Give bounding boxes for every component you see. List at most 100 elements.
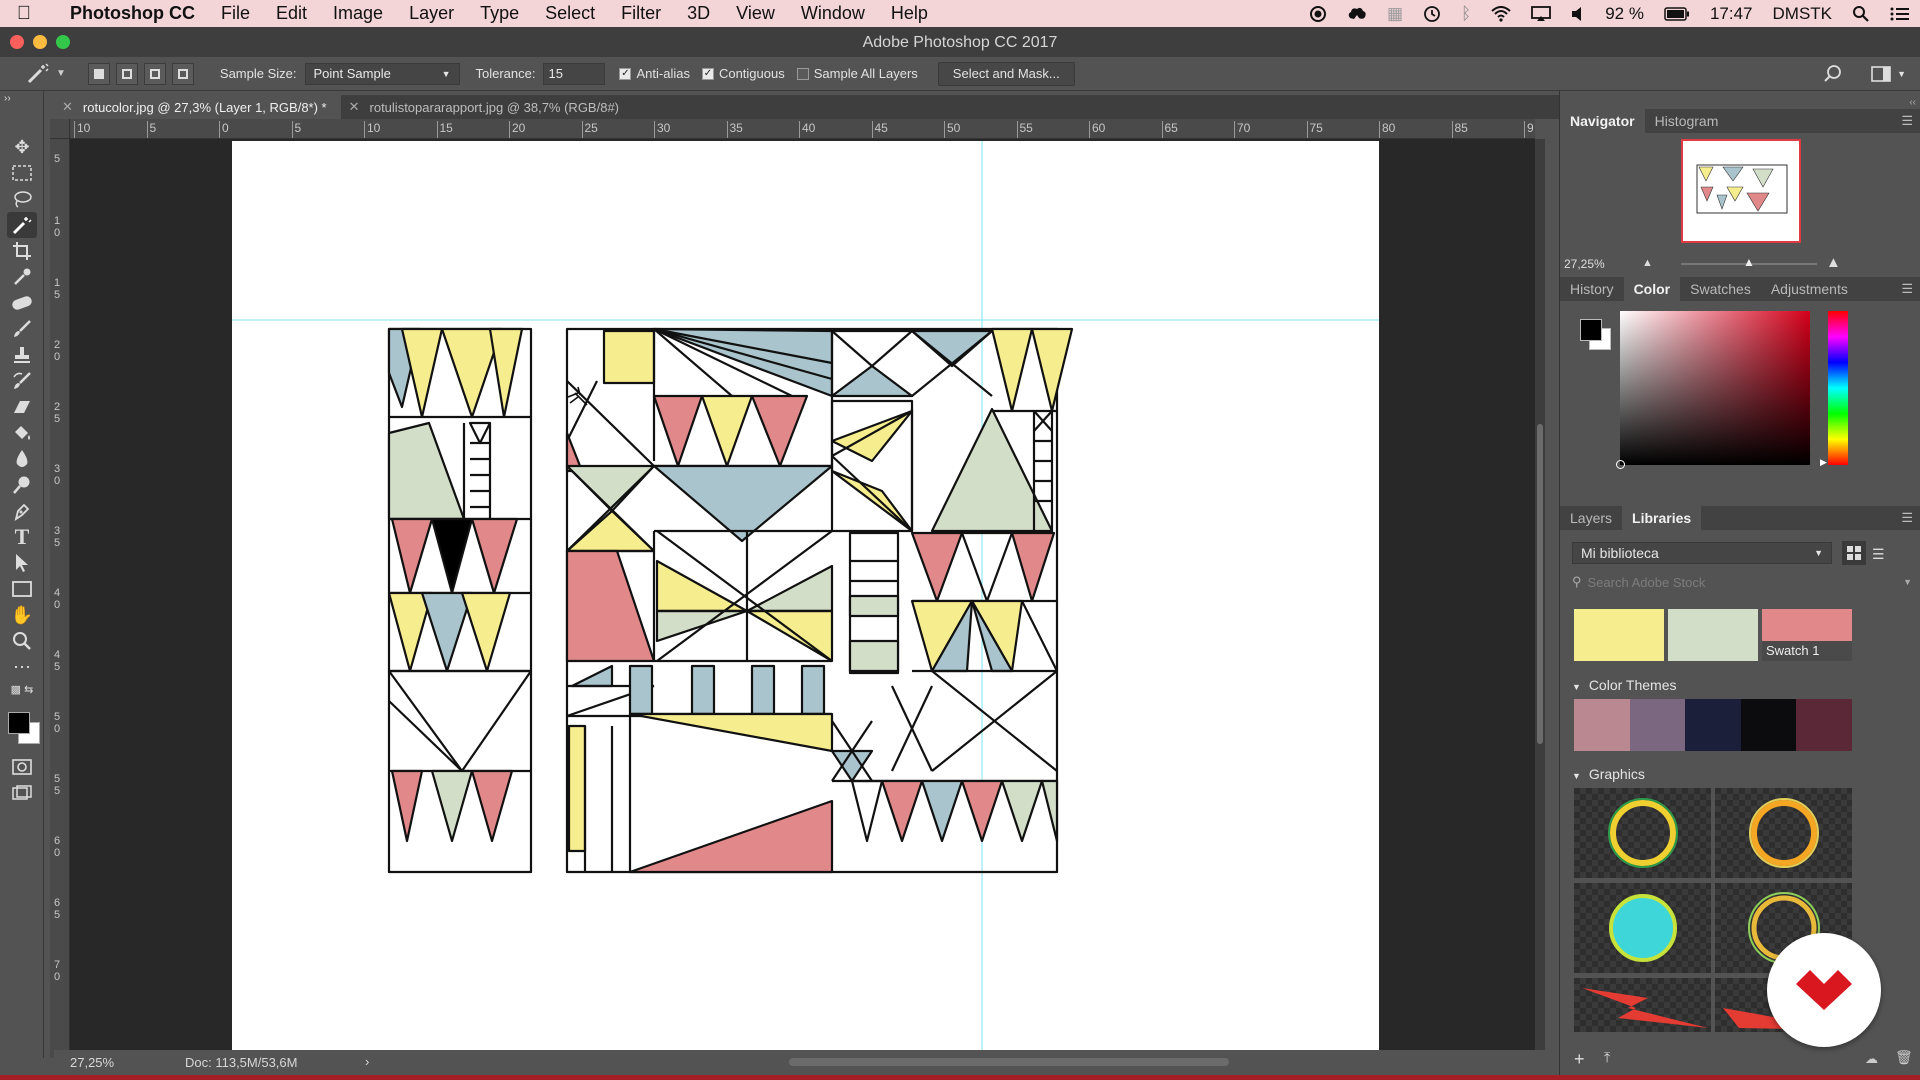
- tab-histogram[interactable]: Histogram: [1645, 109, 1729, 133]
- library-graphic-ring-1[interactable]: [1574, 788, 1711, 878]
- scroll-thumb[interactable]: [1537, 424, 1543, 744]
- menu-window[interactable]: Window: [788, 3, 878, 24]
- grid-view-icon[interactable]: [1842, 541, 1866, 565]
- stock-search-input[interactable]: ⚲ Search Adobe Stock ▼: [1572, 571, 1912, 593]
- ruler-origin[interactable]: [50, 119, 70, 139]
- tab-color[interactable]: Color: [1623, 277, 1681, 301]
- document-canvas[interactable]: [232, 141, 1379, 1058]
- collapse-panels-icon[interactable]: ‹‹: [1909, 97, 1916, 108]
- magic-wand-tool-icon[interactable]: [7, 212, 37, 238]
- menu-3d[interactable]: 3D: [674, 3, 723, 24]
- hue-slider-thumb[interactable]: ▶: [1820, 457, 1827, 468]
- upload-icon[interactable]: ⤒: [1604, 1049, 1610, 1066]
- eraser-tool-icon[interactable]: [7, 394, 37, 420]
- color-fg-swatch[interactable]: [1580, 319, 1602, 341]
- tab-swatches[interactable]: Swatches: [1680, 277, 1761, 301]
- add-to-selection-button[interactable]: [115, 62, 138, 85]
- screen-mode-icon[interactable]: [7, 780, 37, 806]
- color-themes-header[interactable]: ▼ Color Themes: [1572, 677, 1676, 693]
- workspace-switcher-icon[interactable]: ▼: [1871, 65, 1906, 82]
- tab-libraries[interactable]: Libraries: [1622, 506, 1702, 530]
- sample-all-layers-checkbox[interactable]: Sample All Layers: [796, 66, 918, 81]
- navigator-zoom[interactable]: 27,25%: [1564, 257, 1605, 271]
- tab-layers[interactable]: Layers: [1560, 506, 1622, 530]
- crop-tool-icon[interactable]: [7, 238, 37, 264]
- library-graphic-bolt[interactable]: [1574, 978, 1711, 1032]
- zoom-tool-icon[interactable]: [7, 628, 37, 654]
- hand-tool-icon[interactable]: ✋: [7, 602, 37, 628]
- zoom-in-icon[interactable]: ▲: [1826, 254, 1841, 271]
- library-graphic-disc[interactable]: [1574, 883, 1711, 973]
- close-tab-icon[interactable]: ✕: [62, 99, 73, 115]
- battery-icon[interactable]: [1654, 6, 1700, 21]
- tab-rotucolor[interactable]: ✕ rotucolor.jpg @ 27,3% (Layer 1, RGB/8*…: [54, 95, 341, 119]
- library-swatch-red[interactable]: Swatch 1: [1762, 609, 1852, 661]
- anti-alias-checkbox[interactable]: ✓ Anti-alias: [619, 66, 690, 81]
- menu-type[interactable]: Type: [467, 3, 532, 24]
- marquee-tool-icon[interactable]: [7, 160, 37, 186]
- sample-size-dropdown[interactable]: Point Sample ▼: [304, 62, 460, 85]
- creative-cloud-icon[interactable]: [1337, 6, 1377, 22]
- menu-edit[interactable]: Edit: [263, 3, 320, 24]
- horizontal-ruler[interactable]: 10 5 0 5 10 15 20 25 30 35 40 45 50 55 60 65 70 75 80 85 9: [70, 119, 1535, 139]
- magic-wand-preset-picker[interactable]: ▼: [26, 62, 66, 85]
- foreground-color-swatch[interactable]: [8, 712, 30, 734]
- zoom-out-icon[interactable]: ▲: [1642, 257, 1653, 269]
- contiguous-checkbox[interactable]: ✓ Contiguous: [701, 66, 785, 81]
- tab-rotulistopararapport[interactable]: ✕ rotulistopararapport.jpg @ 38,7% (RGB/…: [341, 95, 633, 119]
- brand-logo-button[interactable]: [1767, 933, 1881, 1047]
- menu-image[interactable]: Image: [320, 3, 396, 24]
- stack-icon[interactable]: ▦: [1377, 4, 1413, 24]
- horizontal-scrollbar[interactable]: [789, 1058, 1229, 1066]
- spotlight-icon[interactable]: [1842, 5, 1880, 23]
- navigator-thumbnail[interactable]: [1681, 139, 1801, 243]
- airplay-icon[interactable]: [1521, 5, 1561, 22]
- menu-view[interactable]: View: [723, 3, 788, 24]
- chevron-right-icon[interactable]: ›: [365, 1054, 369, 1069]
- add-content-icon[interactable]: +: [1574, 1049, 1585, 1070]
- brush-tool-icon[interactable]: [7, 316, 37, 342]
- menu-layer[interactable]: Layer: [396, 3, 467, 24]
- move-tool-icon[interactable]: ✥: [7, 134, 37, 160]
- library-graphic-ring-2[interactable]: [1715, 788, 1852, 878]
- new-selection-button[interactable]: [87, 62, 110, 85]
- color-picker-handle[interactable]: [1616, 460, 1625, 469]
- more-tools-icon[interactable]: ⋯: [7, 654, 37, 680]
- swap-colors-icon[interactable]: ▩ ⇆: [7, 680, 37, 698]
- select-and-mask-button[interactable]: Select and Mask...: [937, 61, 1075, 86]
- intersect-selection-button[interactable]: [171, 62, 194, 85]
- clone-stamp-tool-icon[interactable]: [7, 342, 37, 368]
- blur-tool-icon[interactable]: [7, 446, 37, 472]
- tab-adjustments[interactable]: Adjustments: [1761, 277, 1858, 301]
- menu-file[interactable]: File: [208, 3, 263, 24]
- eyedropper-tool-icon[interactable]: [7, 264, 37, 290]
- tolerance-input[interactable]: 15: [543, 62, 606, 85]
- library-swatch-green[interactable]: [1668, 609, 1758, 661]
- notification-center-icon[interactable]: [1880, 6, 1920, 22]
- vertical-ruler[interactable]: 5 1 0 1 5 2 0 2 5 3 0 3 5 4 0 4 5 5 0 5 5 6 0 6 5 7 0: [50, 139, 70, 1058]
- rectangle-tool-icon[interactable]: [7, 576, 37, 602]
- bluetooth-icon[interactable]: ᛒ: [1451, 4, 1481, 24]
- history-brush-tool-icon[interactable]: [7, 368, 37, 394]
- search-icon[interactable]: [1823, 64, 1843, 84]
- zoom-slider-thumb[interactable]: ▲: [1743, 255, 1755, 269]
- record-icon[interactable]: [1299, 5, 1337, 23]
- hue-slider[interactable]: [1828, 311, 1848, 465]
- wifi-icon[interactable]: [1481, 5, 1521, 22]
- vertical-scrollbar[interactable]: [1535, 139, 1545, 1058]
- canvas-area[interactable]: [70, 139, 1535, 1058]
- tab-navigator[interactable]: Navigator: [1560, 109, 1645, 133]
- menu-select[interactable]: Select: [532, 3, 608, 24]
- close-tab-icon[interactable]: ✕: [349, 99, 360, 115]
- library-swatch-yellow[interactable]: [1574, 609, 1664, 661]
- graphics-header[interactable]: ▼ Graphics: [1572, 766, 1645, 782]
- apple-icon[interactable]: : [0, 3, 48, 25]
- paint-bucket-tool-icon[interactable]: [7, 420, 37, 446]
- user-name[interactable]: DMSTK: [1763, 4, 1843, 24]
- library-dropdown[interactable]: Mi biblioteca ▼: [1572, 542, 1832, 564]
- type-tool-icon[interactable]: T: [7, 524, 37, 550]
- lasso-tool-icon[interactable]: [7, 186, 37, 212]
- quick-mask-icon[interactable]: [7, 754, 37, 780]
- zoom-level[interactable]: 27,25%: [70, 1055, 114, 1070]
- volume-icon[interactable]: [1561, 6, 1595, 22]
